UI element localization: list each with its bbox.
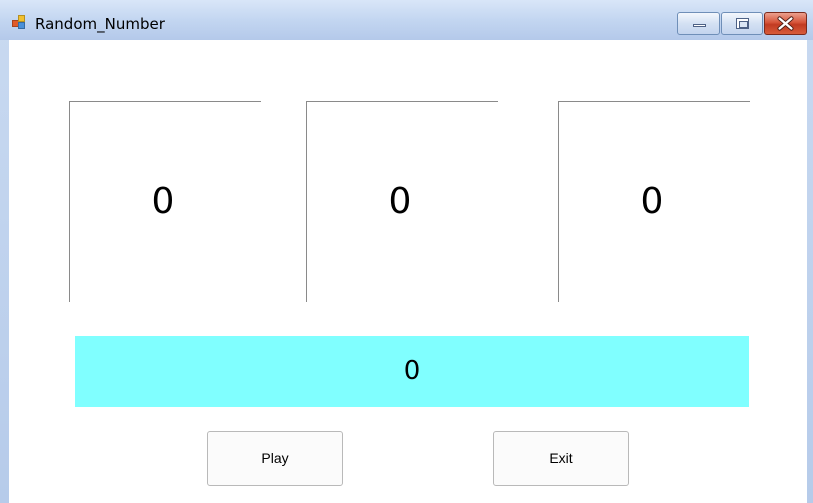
exit-button[interactable]: Exit <box>493 431 629 486</box>
slot-box-2: 0 <box>306 101 498 302</box>
window-title: Random_Number <box>35 15 165 33</box>
slot-box-3: 0 <box>558 101 750 302</box>
maximize-icon <box>736 18 749 29</box>
maximize-button[interactable] <box>721 12 763 35</box>
close-button[interactable] <box>764 12 807 35</box>
minimize-icon <box>693 24 706 27</box>
slot-box-1: 0 <box>69 101 261 302</box>
close-icon <box>777 16 794 31</box>
slot-value-2: 0 <box>388 181 412 222</box>
minimize-button[interactable] <box>677 12 720 35</box>
app-icon[interactable] <box>12 15 28 31</box>
slot-value-3: 0 <box>640 181 664 222</box>
app-window: Random_Number 0 0 0 0 Play Exit <box>0 0 813 503</box>
result-display: 0 <box>75 336 749 407</box>
slot-value-1: 0 <box>151 181 175 222</box>
title-bar[interactable]: Random_Number <box>0 0 813 40</box>
play-button[interactable]: Play <box>207 431 343 486</box>
form-client-area: 0 0 0 0 Play Exit <box>9 40 807 503</box>
